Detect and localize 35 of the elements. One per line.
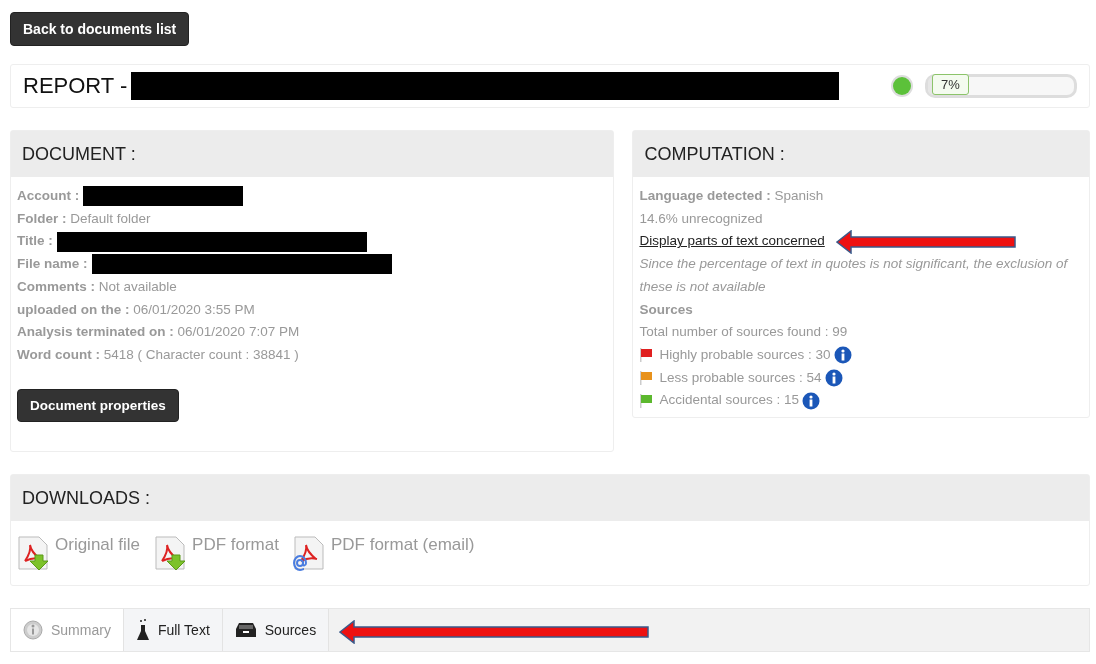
field-text: Analysis terminated on : 06/01/2020 7:07 PM — [17, 323, 301, 342]
tab[interactable]: Full Text — [123, 609, 223, 651]
info-icon — [23, 620, 43, 640]
info-icon[interactable] — [802, 391, 820, 410]
display-parts-link[interactable]: Display parts of text concerned — [639, 233, 825, 249]
progress-label: 7% — [932, 74, 969, 95]
info-icon[interactable] — [824, 368, 843, 387]
pdf-email-icon — [292, 535, 327, 571]
panel-heading: DOWNLOADS : — [11, 475, 1089, 521]
source-count-text: Accidental sources : 15 — [659, 391, 799, 410]
document-properties-button[interactable]: Document properties — [17, 388, 179, 422]
status-dot — [893, 77, 911, 95]
language-text: Language detected : Spanish — [639, 187, 825, 205]
field-text: uploaded on the : 06/01/2020 3:55 PM — [17, 300, 256, 319]
field-text: Folder : Default folder — [17, 209, 152, 228]
field-text: Word count : 5418 ( Character count : 38841 ) — [17, 345, 300, 364]
pdf-download-icon — [17, 535, 51, 571]
note-text: Since the percentage of text in quotes is not significant, the exclusion of these is not available — [639, 255, 1070, 296]
info-icon[interactable] — [833, 346, 852, 365]
panel-heading: COMPUTATION : — [633, 131, 1089, 177]
back-button[interactable]: Back to documents list — [10, 12, 190, 46]
panel-heading: DOCUMENT : — [11, 131, 614, 177]
sources-heading: Sources — [639, 300, 694, 319]
report-title: REPORT - — [23, 73, 128, 99]
field-text: Comments : Not available — [17, 277, 178, 296]
source-count-text: Highly probable sources : 30 — [659, 345, 831, 364]
field-label: Title : — [17, 232, 53, 251]
tab[interactable]: Sources — [222, 609, 330, 651]
total-sources-text: Total number of sources found : 99 — [639, 323, 849, 342]
source-count-text: Less probable sources : 54 — [659, 368, 822, 387]
field-label: File name : — [17, 255, 88, 274]
flask-icon — [135, 619, 150, 641]
tray-icon — [234, 622, 257, 638]
field-label: Account : — [17, 187, 80, 205]
unrecognized-text: 14.6% unrecognized — [639, 209, 764, 228]
